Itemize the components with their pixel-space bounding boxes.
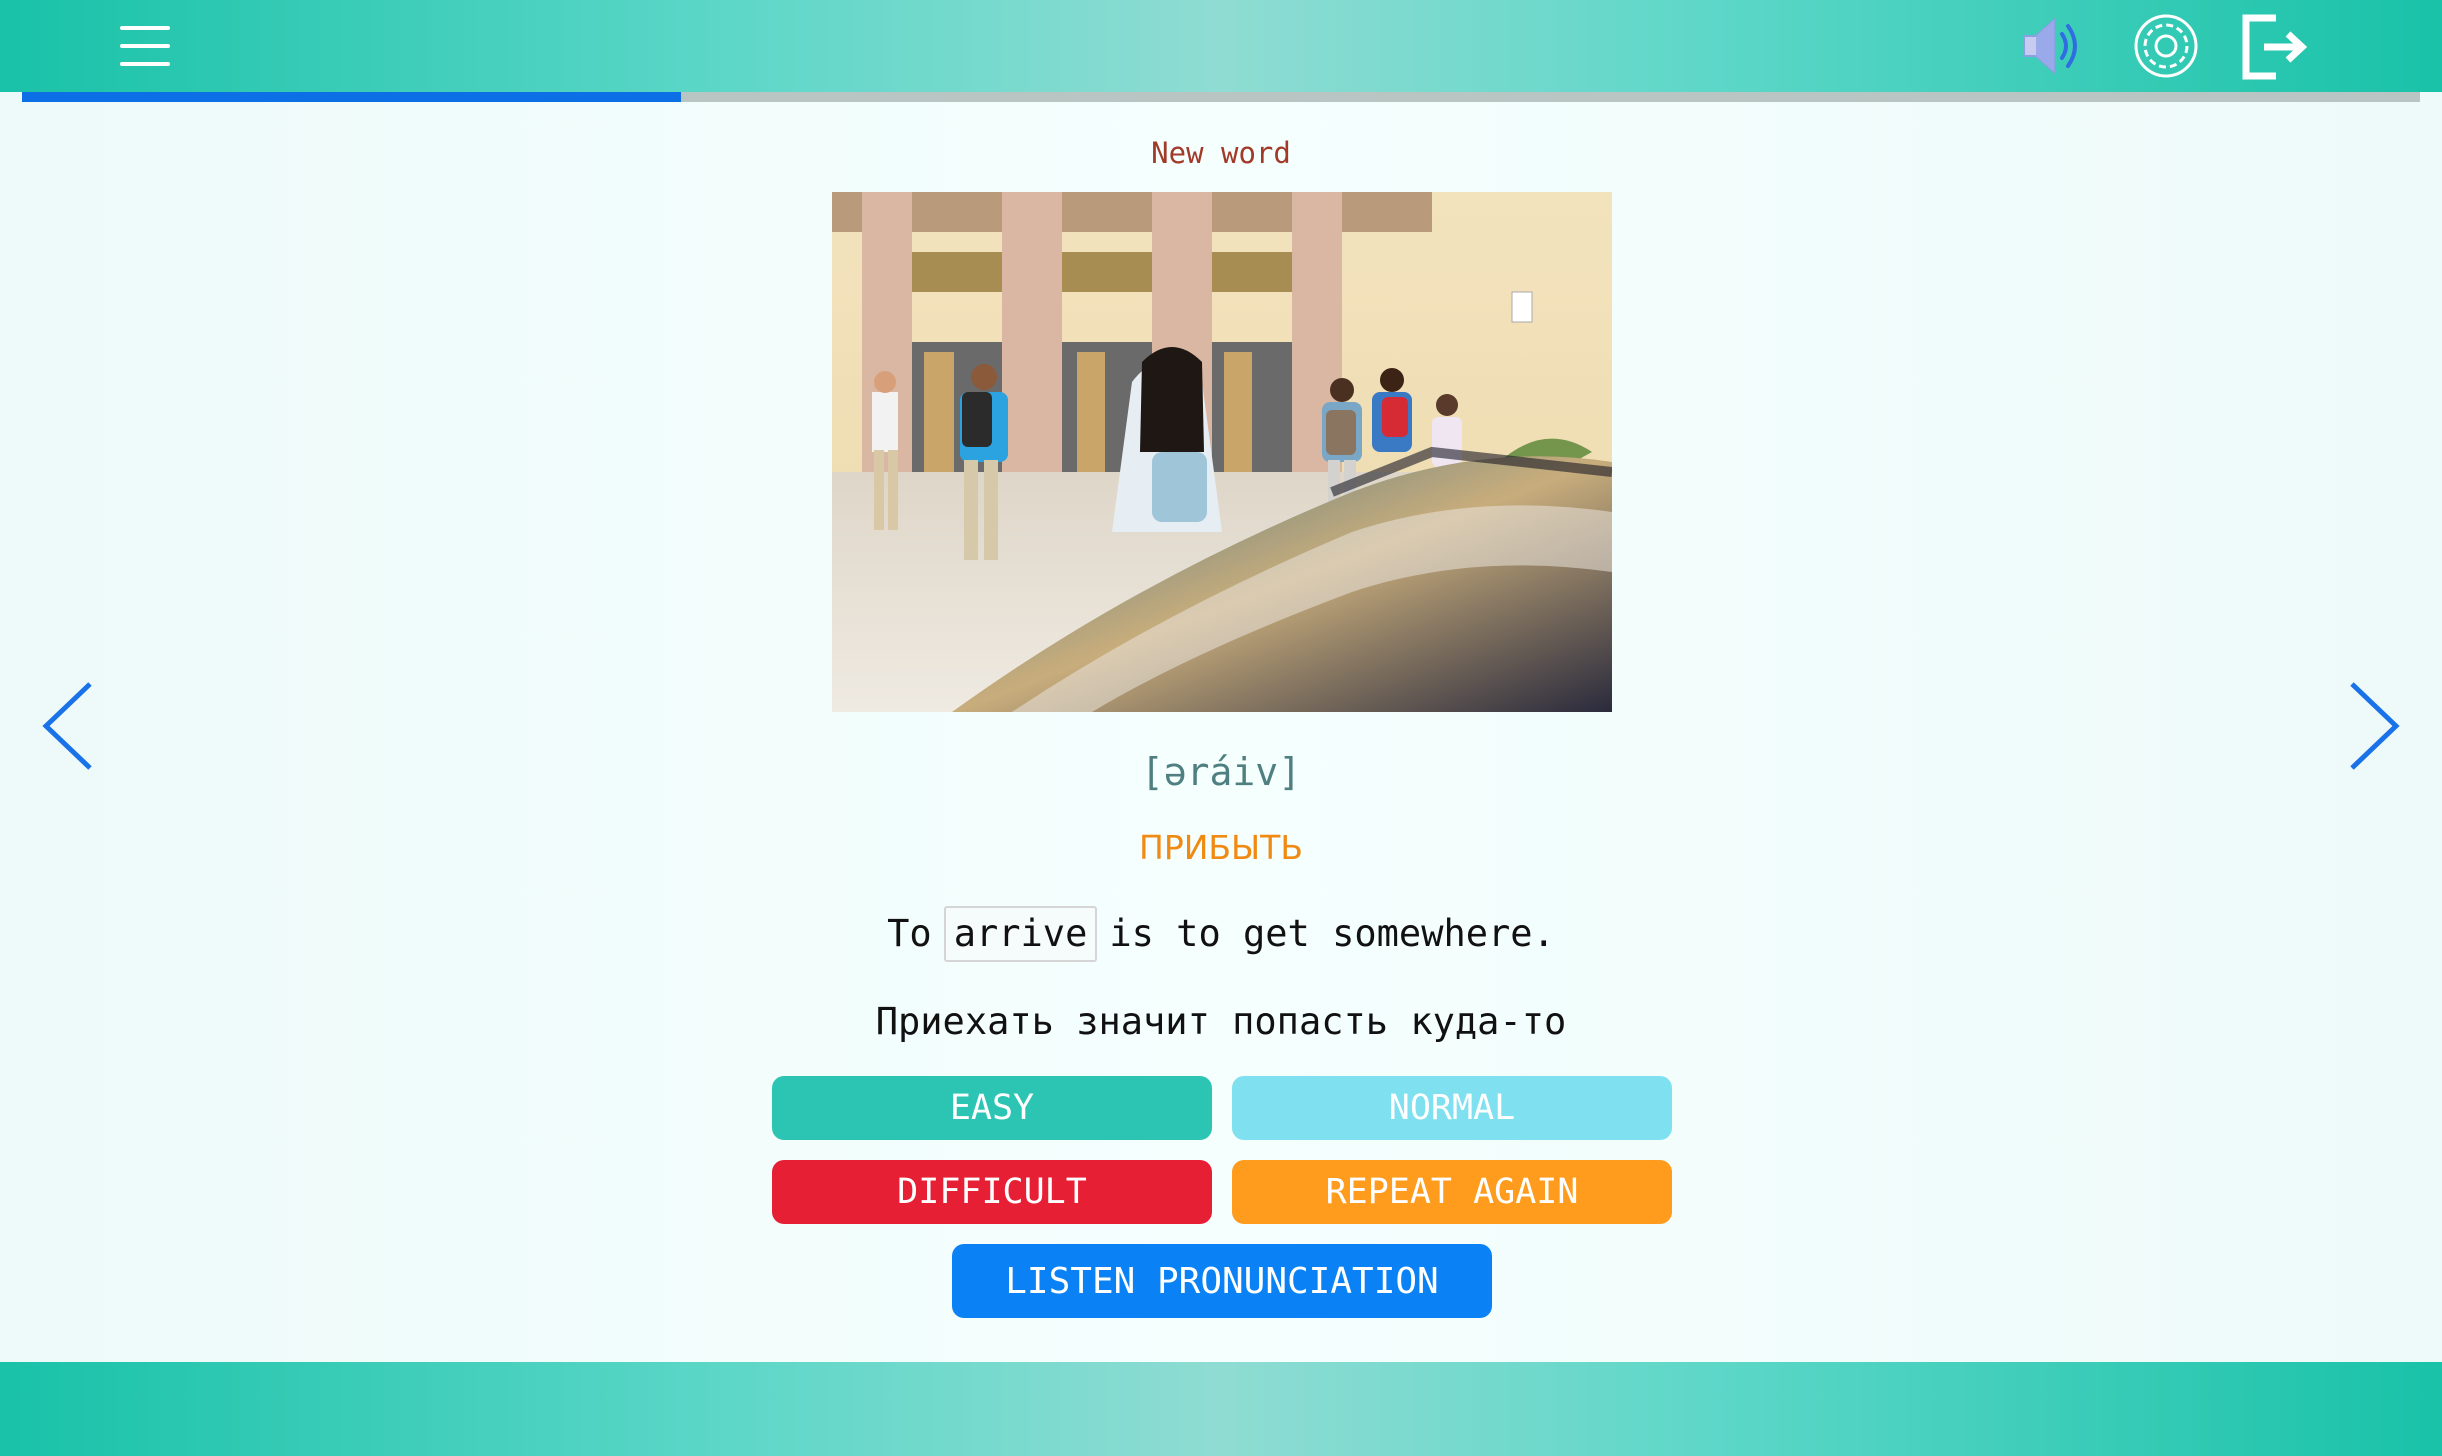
new-word-label: New word (1151, 136, 1291, 170)
normal-button[interactable]: NORMAL (1232, 1076, 1672, 1140)
lesson-progress-bar (22, 92, 2420, 102)
word-transcription: [əráiv] (1140, 750, 1302, 794)
speaker-icon[interactable] (2018, 10, 2090, 82)
gear-icon[interactable] (2130, 10, 2202, 82)
bottom-footer (0, 1362, 2442, 1456)
difficult-button[interactable]: DIFFICULT (772, 1160, 1212, 1224)
highlighted-word: arrive (943, 906, 1098, 962)
sentence-end: is to get somewhere. (1109, 912, 1555, 955)
word-card-page: New word [əráiv] ПРИБЫТЬ To arrive is to… (0, 0, 2442, 1456)
hamburger-menu-icon[interactable] (110, 22, 176, 70)
top-header (0, 0, 2442, 92)
logout-icon[interactable] (2236, 10, 2308, 82)
progress-fill (22, 92, 682, 102)
example-sentence: To arrive is to get somewhere. (0, 906, 2442, 962)
sentence-start: To (887, 912, 932, 955)
word-illustration-image (832, 192, 1612, 712)
listen-pronunciation-button[interactable]: LISTEN PRONUNCIATION (952, 1244, 1492, 1318)
word-translation: ПРИБЫТЬ (1139, 828, 1303, 867)
repeat-again-button[interactable]: REPEAT AGAIN (1232, 1160, 1672, 1224)
example-sentence-translation: Приехать значит попасть куда-то (875, 1000, 1567, 1043)
easy-button[interactable]: EASY (772, 1076, 1212, 1140)
